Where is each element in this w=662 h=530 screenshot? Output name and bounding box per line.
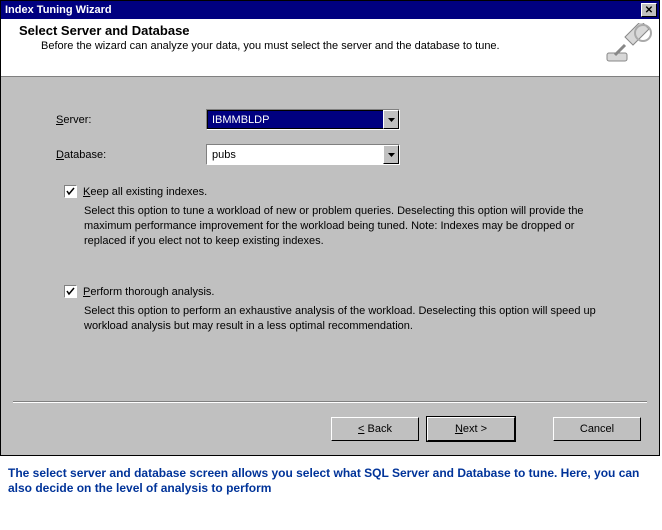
back-button-label: < Back: [358, 423, 392, 435]
cancel-button-label: Cancel: [580, 423, 614, 435]
server-dropdown-button[interactable]: [383, 110, 399, 129]
thorough-label: Perform thorough analysis.: [83, 286, 214, 298]
database-combo[interactable]: pubs: [206, 144, 400, 165]
checkmark-icon: [66, 187, 75, 196]
wizard-window: Index Tuning Wizard ✕ Select Server and …: [0, 0, 660, 456]
database-dropdown-button[interactable]: [383, 145, 399, 164]
separator: [13, 401, 647, 403]
wizard-body: Server: IBMMBLDP Database: pubs Keep all: [1, 77, 659, 455]
page-subtitle: Before the wizard can analyze your data,…: [41, 40, 653, 52]
checkmark-icon: [66, 287, 75, 296]
keep-indexes-label: Keep all existing indexes.: [83, 186, 207, 198]
server-label: Server:: [56, 114, 206, 126]
database-row: Database: pubs: [56, 144, 629, 165]
chevron-down-icon: [388, 153, 395, 157]
window-title: Index Tuning Wizard: [5, 4, 112, 16]
thorough-checkbox[interactable]: [64, 285, 77, 298]
server-combo[interactable]: IBMMBLDP: [206, 109, 400, 130]
wizard-header: Select Server and Database Before the wi…: [1, 19, 659, 77]
server-value: IBMMBLDP: [207, 110, 383, 129]
database-value: pubs: [207, 145, 383, 164]
next-button[interactable]: Next >: [427, 417, 515, 441]
cancel-button[interactable]: Cancel: [553, 417, 641, 441]
page-title: Select Server and Database: [19, 23, 653, 38]
button-row: < Back Next > Cancel: [331, 417, 641, 441]
chevron-down-icon: [388, 118, 395, 122]
keep-indexes-description: Select this option to tune a workload of…: [84, 204, 619, 249]
next-button-label: Next >: [455, 423, 487, 435]
close-icon: ✕: [645, 5, 653, 16]
thorough-description: Select this option to perform an exhaust…: [84, 304, 619, 334]
thorough-row: Perform thorough analysis.: [64, 285, 629, 298]
figure-caption: The select server and database screen al…: [0, 456, 662, 504]
keep-indexes-checkbox[interactable]: [64, 185, 77, 198]
back-button[interactable]: < Back: [331, 417, 419, 441]
keep-indexes-row: Keep all existing indexes.: [64, 185, 629, 198]
database-label: Database:: [56, 149, 206, 161]
server-row: Server: IBMMBLDP: [56, 109, 629, 130]
close-button[interactable]: ✕: [641, 3, 657, 17]
titlebar: Index Tuning Wizard ✕: [1, 1, 659, 19]
button-gap: [523, 417, 545, 441]
wrench-icon: [603, 23, 653, 71]
